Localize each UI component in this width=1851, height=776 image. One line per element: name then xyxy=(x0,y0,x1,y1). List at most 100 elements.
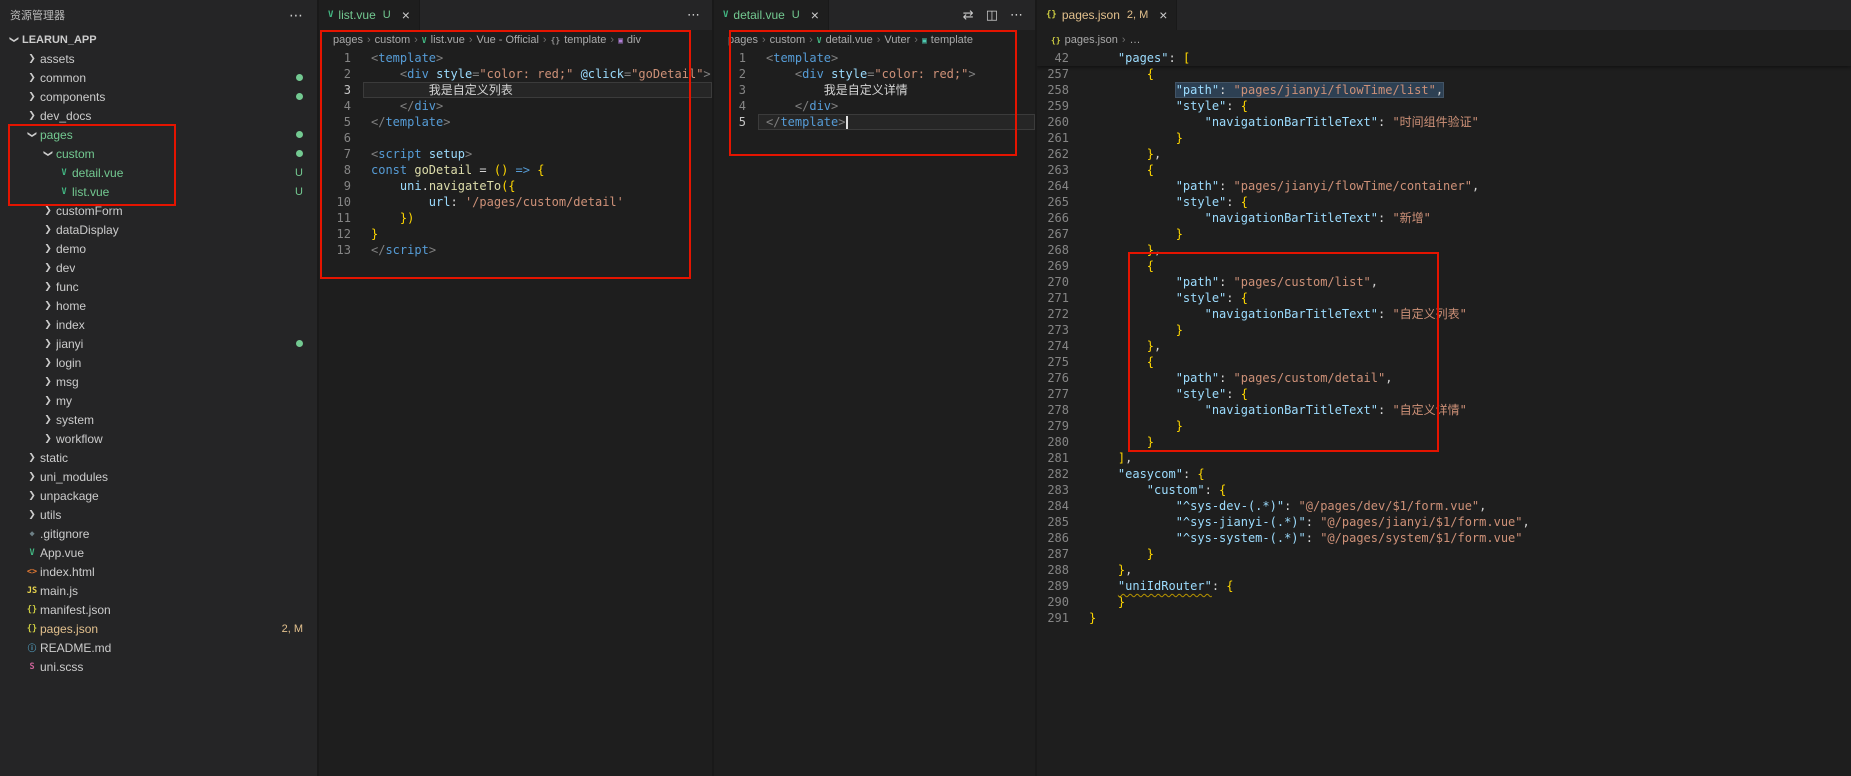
breadcrumb-item[interactable]: ▣div xyxy=(618,34,641,46)
line-number[interactable]: 286 xyxy=(1037,530,1081,546)
code-line[interactable]: 276 "path": "pages/custom/detail", xyxy=(1037,370,1851,386)
code-line[interactable]: 257 { xyxy=(1037,66,1851,82)
line-number[interactable]: 2 xyxy=(319,66,363,82)
more-actions-icon[interactable]: ⋯ xyxy=(289,7,303,24)
line-number[interactable]: 259 xyxy=(1037,98,1081,114)
line-number[interactable]: 4 xyxy=(714,98,758,114)
code-line[interactable]: 271 "style": { xyxy=(1037,290,1851,306)
code-line[interactable]: 9 uni.navigateTo({ xyxy=(319,178,712,194)
tree-item-my[interactable]: ❯my xyxy=(0,391,317,410)
code-line[interactable]: 1<template> xyxy=(714,50,1035,66)
line-number[interactable]: 2 xyxy=(714,66,758,82)
breadcrumb-item[interactable]: custom xyxy=(770,34,805,46)
line-number[interactable]: 288 xyxy=(1037,562,1081,578)
tree-item-workflow[interactable]: ❯workflow xyxy=(0,429,317,448)
more-actions-icon[interactable]: ⋯ xyxy=(1010,7,1023,23)
code-line[interactable]: 258 "path": "pages/jianyi/flowTime/list"… xyxy=(1037,82,1851,98)
line-number[interactable]: 281 xyxy=(1037,450,1081,466)
line-number[interactable]: 284 xyxy=(1037,498,1081,514)
split-editor-icon[interactable]: ◫ xyxy=(986,7,998,23)
code-line[interactable]: 289 "uniIdRouter": { xyxy=(1037,578,1851,594)
line-number[interactable]: 13 xyxy=(319,242,363,258)
breadcrumb-item[interactable]: pages xyxy=(728,34,758,46)
line-number[interactable]: 42 xyxy=(1037,50,1081,66)
code-line[interactable]: 268 }, xyxy=(1037,242,1851,258)
code-line[interactable]: 281 ], xyxy=(1037,450,1851,466)
line-number[interactable]: 264 xyxy=(1037,178,1081,194)
line-number[interactable]: 268 xyxy=(1037,242,1081,258)
tree-item-index[interactable]: ❯index xyxy=(0,315,317,334)
line-number[interactable]: 282 xyxy=(1037,466,1081,482)
tree-item-system[interactable]: ❯system xyxy=(0,410,317,429)
tree-item-common[interactable]: ❯common xyxy=(0,68,317,87)
line-number[interactable]: 275 xyxy=(1037,354,1081,370)
tree-item-demo[interactable]: ❯demo xyxy=(0,239,317,258)
tree-item-func[interactable]: ❯func xyxy=(0,277,317,296)
code-line[interactable]: 8const goDetail = () => { xyxy=(319,162,712,178)
code-line[interactable]: 269 { xyxy=(1037,258,1851,274)
code-line[interactable]: 279 } xyxy=(1037,418,1851,434)
code-line[interactable]: 2 <div style="color: red;"> xyxy=(714,66,1035,82)
code-line[interactable]: 288 }, xyxy=(1037,562,1851,578)
line-number[interactable]: 6 xyxy=(319,130,363,146)
tree-item-uni-modules[interactable]: ❯uni_modules xyxy=(0,467,317,486)
line-number[interactable]: 1 xyxy=(714,50,758,66)
line-number[interactable]: 265 xyxy=(1037,194,1081,210)
tree-item-static[interactable]: ❯static xyxy=(0,448,317,467)
tab-detail-vue[interactable]: V detail.vue U × xyxy=(714,0,829,30)
line-number[interactable]: 267 xyxy=(1037,226,1081,242)
breadcrumb-item[interactable]: pages xyxy=(333,34,363,46)
line-number[interactable]: 4 xyxy=(319,98,363,114)
line-number[interactable]: 289 xyxy=(1037,578,1081,594)
code-line[interactable]: 270 "path": "pages/custom/list", xyxy=(1037,274,1851,290)
tree-item-manifest-json[interactable]: {}manifest.json xyxy=(0,600,317,619)
code-line[interactable]: 291} xyxy=(1037,610,1851,626)
code-line[interactable]: 272 "navigationBarTitleText": "自定义列表" xyxy=(1037,306,1851,322)
code-line[interactable]: 278 "navigationBarTitleText": "自定义详情" xyxy=(1037,402,1851,418)
code-line[interactable]: 290 } xyxy=(1037,594,1851,610)
code-line[interactable]: 283 "custom": { xyxy=(1037,482,1851,498)
code-editor-pages-json[interactable]: 42 "pages": [257 {258 "path": "pages/jia… xyxy=(1037,50,1851,776)
tree-item-pages-json[interactable]: {}pages.json2, M xyxy=(0,619,317,638)
code-line[interactable]: 13</script> xyxy=(319,242,712,258)
line-number[interactable]: 7 xyxy=(319,146,363,162)
line-number[interactable]: 283 xyxy=(1037,482,1081,498)
close-icon[interactable]: × xyxy=(1159,8,1167,22)
tree-item-pages[interactable]: ❯pages xyxy=(0,125,317,144)
line-number[interactable]: 270 xyxy=(1037,274,1081,290)
tree-item-customform[interactable]: ❯customForm xyxy=(0,201,317,220)
code-editor-list-vue[interactable]: 1<template>2 <div style="color: red;" @c… xyxy=(319,50,712,776)
more-actions-icon[interactable]: ⋯ xyxy=(687,7,700,23)
line-number[interactable]: 287 xyxy=(1037,546,1081,562)
line-number[interactable]: 10 xyxy=(319,194,363,210)
tree-item-unpackage[interactable]: ❯unpackage xyxy=(0,486,317,505)
line-number[interactable]: 3 xyxy=(714,82,758,98)
code-line[interactable]: 5</template> xyxy=(319,114,712,130)
code-line[interactable]: 265 "style": { xyxy=(1037,194,1851,210)
line-number[interactable]: 279 xyxy=(1037,418,1081,434)
breadcrumb-item[interactable]: Vue - Official xyxy=(477,34,539,46)
tree-item-detail-vue[interactable]: Vdetail.vueU xyxy=(0,163,317,182)
breadcrumb-item[interactable]: Vdetail.vue xyxy=(817,34,873,46)
tab-list-vue[interactable]: V list.vue U × xyxy=(319,0,420,30)
tree-item-utils[interactable]: ❯utils xyxy=(0,505,317,524)
breadcrumb-item[interactable]: ▣template xyxy=(922,34,973,46)
line-number[interactable]: 258 xyxy=(1037,82,1081,98)
tree-item-main-js[interactable]: JSmain.js xyxy=(0,581,317,600)
breadcrumb-item[interactable]: {}pages.json xyxy=(1051,34,1118,46)
line-number[interactable]: 261 xyxy=(1037,130,1081,146)
line-number[interactable]: 266 xyxy=(1037,210,1081,226)
code-line[interactable]: 1<template> xyxy=(319,50,712,66)
line-number[interactable]: 12 xyxy=(319,226,363,242)
tree-item-dev[interactable]: ❯dev xyxy=(0,258,317,277)
code-line[interactable]: 266 "navigationBarTitleText": "新增" xyxy=(1037,210,1851,226)
line-number[interactable]: 260 xyxy=(1037,114,1081,130)
code-line[interactable]: 277 "style": { xyxy=(1037,386,1851,402)
tree-item-list-vue[interactable]: Vlist.vueU xyxy=(0,182,317,201)
code-line[interactable]: 260 "navigationBarTitleText": "时间组件验证" xyxy=(1037,114,1851,130)
code-line[interactable]: 259 "style": { xyxy=(1037,98,1851,114)
tab-pages-json[interactable]: {} pages.json 2, M × xyxy=(1037,0,1177,30)
line-number[interactable]: 276 xyxy=(1037,370,1081,386)
tree-item-dev-docs[interactable]: ❯dev_docs xyxy=(0,106,317,125)
line-number[interactable]: 280 xyxy=(1037,434,1081,450)
